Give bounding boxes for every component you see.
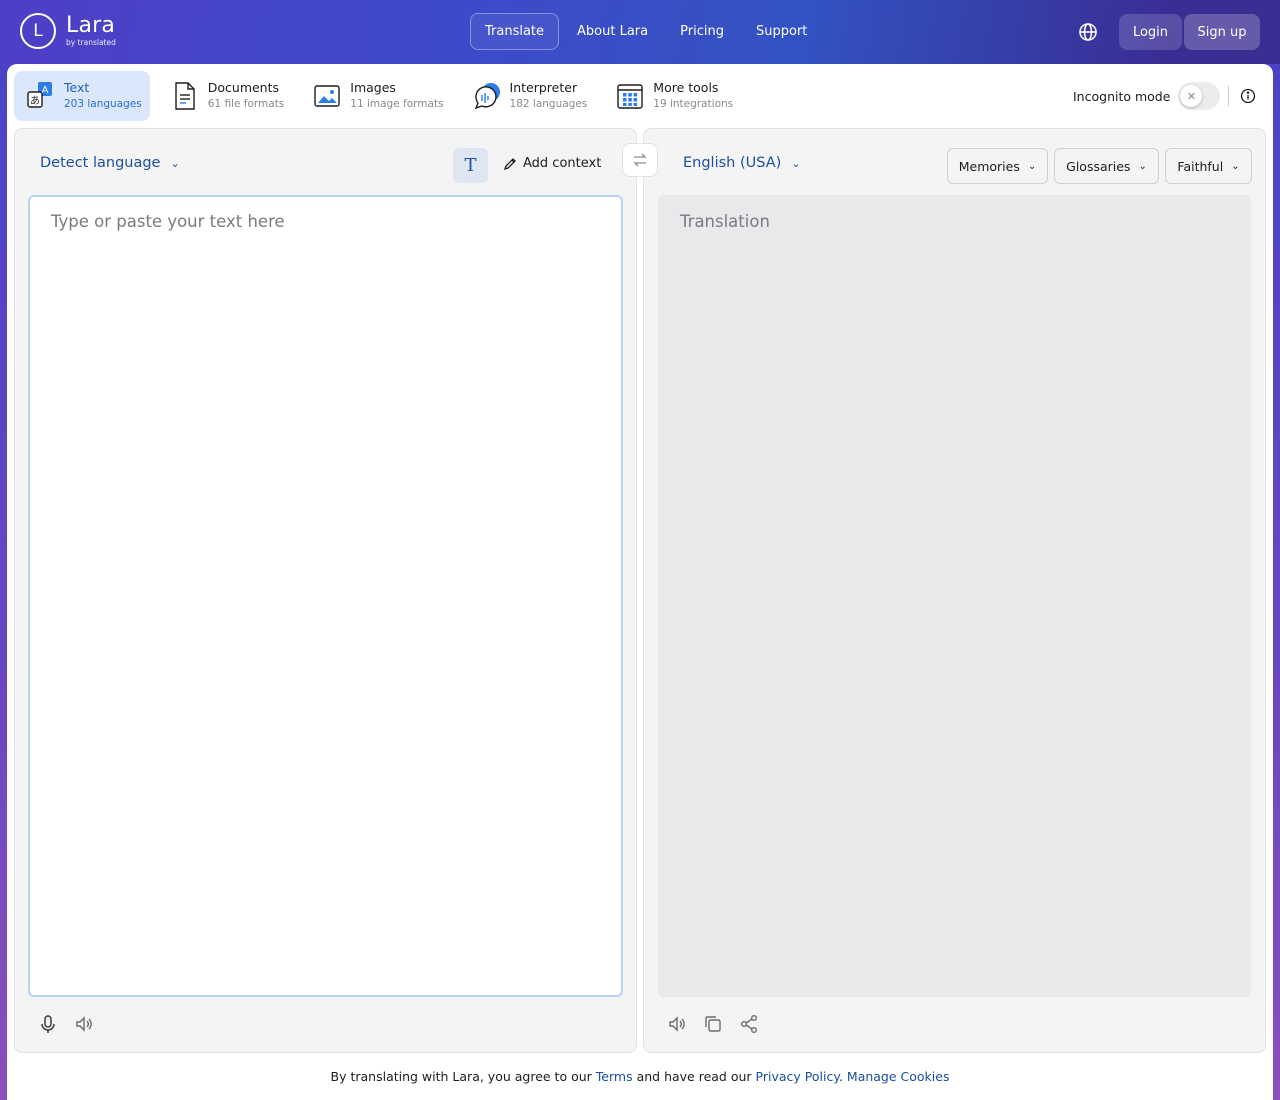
tab-subtitle: 182 languages xyxy=(509,98,588,110)
source-language-select[interactable]: Detect language ⌄ xyxy=(40,155,180,171)
chevron-down-icon: ⌄ xyxy=(1138,160,1147,172)
target-panel: English (USA) ⌄ Memories ⌄ Glossaries ⌄ … xyxy=(643,128,1266,1053)
tab-text-labels: Text 203 languages xyxy=(64,80,142,112)
grid-tools-icon xyxy=(615,81,645,111)
main-nav: Translate About Lara Pricing Support xyxy=(470,13,825,50)
incognito-control: Incognito mode ✕ xyxy=(1073,82,1221,110)
text-format-button[interactable]: T xyxy=(453,148,488,183)
source-text-input[interactable] xyxy=(28,195,623,997)
document-icon xyxy=(170,81,200,111)
tab-documents-labels: Documents 61 file formats xyxy=(208,80,285,112)
translator-card: A あ Text 203 languages Documents 61 file… xyxy=(7,64,1273,1100)
tab-more-tools-labels: More tools 19 integrations xyxy=(653,80,733,112)
lara-logo[interactable]: L Lara by translated xyxy=(20,13,116,49)
target-language-label: English (USA) xyxy=(683,155,782,171)
info-icon[interactable] xyxy=(1239,87,1257,105)
translation-placeholder: Translation xyxy=(680,212,770,231)
login-button[interactable]: Login xyxy=(1119,14,1182,50)
target-actions xyxy=(666,1013,774,1035)
chevron-down-icon: ⌄ xyxy=(791,156,801,170)
translation-output: Translation xyxy=(658,195,1251,997)
swap-languages-button[interactable] xyxy=(622,143,658,177)
nav-about-lara[interactable]: About Lara xyxy=(563,13,662,50)
terms-link[interactable]: Terms xyxy=(596,1069,633,1084)
source-actions xyxy=(37,1013,109,1035)
footer-prefix: By translating with Lara, you agree to o… xyxy=(330,1069,592,1084)
nav-support[interactable]: Support xyxy=(742,13,821,50)
mode-tabs: A あ Text 203 languages Documents 61 file… xyxy=(14,71,749,121)
tab-interpreter[interactable]: Interpreter 182 languages xyxy=(460,71,596,121)
memories-label: Memories xyxy=(958,158,1020,174)
tab-title: More tools xyxy=(653,80,719,95)
tab-title: Documents xyxy=(207,80,280,95)
top-header: L Lara by translated Translate About Lar… xyxy=(0,0,1280,64)
tab-images-labels: Images 11 image formats xyxy=(350,80,443,112)
glossaries-label: Glossaries xyxy=(1066,158,1131,174)
close-icon: ✕ xyxy=(1180,85,1203,107)
text-translate-icon: A あ xyxy=(26,81,56,111)
memories-dropdown[interactable]: Memories ⌄ xyxy=(947,148,1048,184)
privacy-policy-link[interactable]: Privacy Policy xyxy=(756,1069,839,1084)
nav-pricing[interactable]: Pricing xyxy=(666,13,738,50)
tab-interpreter-labels: Interpreter 182 languages xyxy=(510,80,588,112)
interpreter-icon xyxy=(472,81,502,111)
divider xyxy=(1228,86,1229,106)
chevron-down-icon: ⌄ xyxy=(1027,160,1037,172)
incognito-label: Incognito mode xyxy=(1073,88,1171,104)
add-context-label: Add context xyxy=(523,156,602,171)
tab-title: Text xyxy=(64,80,90,95)
style-dropdown[interactable]: Faithful ⌄ xyxy=(1165,148,1252,184)
incognito-toggle[interactable]: ✕ xyxy=(1178,82,1221,110)
logo-text: Lara by translated xyxy=(66,12,116,48)
tab-subtitle: 203 languages xyxy=(64,98,142,110)
microphone-icon[interactable] xyxy=(37,1013,59,1035)
tab-text[interactable]: A あ Text 203 languages xyxy=(14,71,150,121)
tab-title: Interpreter xyxy=(509,80,578,95)
footer-period: . xyxy=(838,1069,843,1084)
svg-text:あ: あ xyxy=(30,95,40,107)
target-language-select[interactable]: English (USA) ⌄ xyxy=(683,155,801,171)
manage-cookies-link[interactable]: Manage Cookies xyxy=(847,1069,950,1084)
footer-legal: By translating with Lara, you agree to o… xyxy=(7,1069,1273,1084)
tab-more-tools[interactable]: More tools 19 integrations xyxy=(603,71,741,121)
tab-subtitle: 61 file formats xyxy=(207,98,285,110)
glossaries-dropdown[interactable]: Glossaries ⌄ xyxy=(1054,148,1159,184)
speaker-icon[interactable] xyxy=(73,1013,95,1035)
pencil-icon xyxy=(503,157,516,170)
style-label: Faithful xyxy=(1177,158,1224,174)
share-icon[interactable] xyxy=(738,1013,760,1035)
chevron-down-icon: ⌄ xyxy=(1231,160,1240,172)
logo-name: Lara xyxy=(66,12,116,38)
source-language-label: Detect language xyxy=(40,155,161,171)
signup-button[interactable]: Sign up xyxy=(1184,14,1260,50)
globe-icon[interactable] xyxy=(1076,20,1100,44)
tab-images[interactable]: Images 11 image formats xyxy=(300,71,451,121)
image-icon xyxy=(312,81,342,111)
chevron-down-icon: ⌄ xyxy=(170,156,180,170)
copy-icon[interactable] xyxy=(702,1013,724,1035)
speaker-icon[interactable] xyxy=(666,1013,688,1035)
source-panel: Detect language ⌄ T Add context xyxy=(14,128,637,1053)
add-context-button[interactable]: Add context xyxy=(503,156,601,171)
tab-subtitle: 19 integrations xyxy=(653,98,734,110)
tab-documents[interactable]: Documents 61 file formats xyxy=(158,71,293,121)
swap-icon xyxy=(633,153,647,167)
logo-mark-icon: L xyxy=(20,13,56,49)
logo-subtitle: by translated xyxy=(66,37,116,47)
tab-subtitle: 11 image formats xyxy=(350,98,444,110)
tab-title: Images xyxy=(350,80,396,95)
footer-middle: and have read our xyxy=(636,1069,752,1084)
nav-translate[interactable]: Translate xyxy=(470,13,560,50)
